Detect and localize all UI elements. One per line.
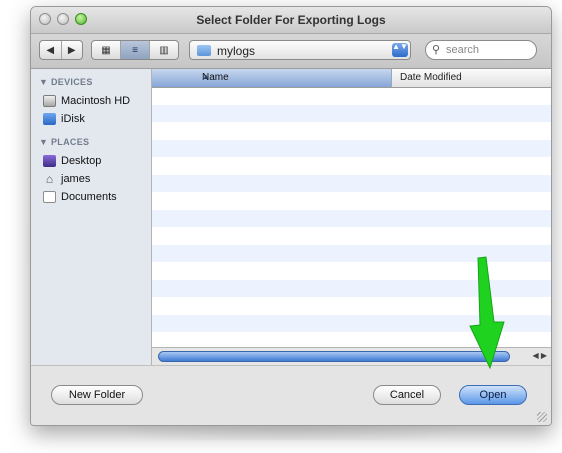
annotation-overlay (469, 256, 505, 370)
green-down-arrow-icon (469, 256, 505, 370)
